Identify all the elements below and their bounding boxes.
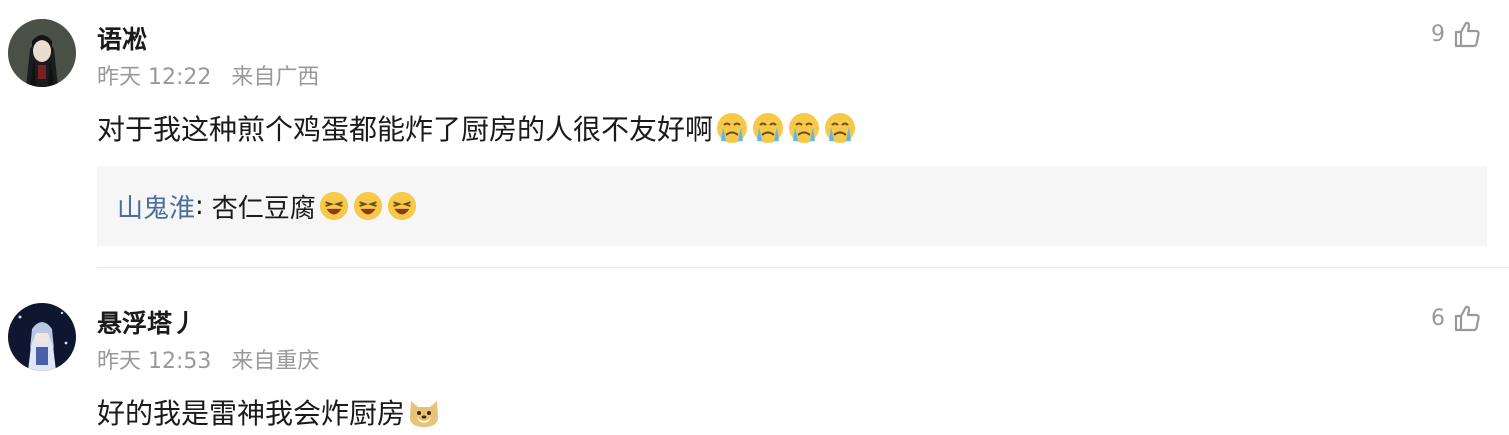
crying-face-emoji: [753, 113, 784, 143]
comment-location: 来自重庆: [231, 349, 320, 374]
doge-emoji: [410, 401, 439, 427]
laughing-face-emoji: [353, 191, 382, 221]
comment-time: 昨天 12:22: [97, 65, 212, 90]
like-count: 9: [1431, 21, 1445, 47]
reply-colon: :: [195, 191, 204, 221]
comment-item: 悬浮塔丿 昨天 12:53 来自重庆 6 好的我是雷神我会炸厨房: [0, 268, 1509, 435]
thumbs-up-icon: [1454, 21, 1480, 48]
thumbs-up-icon: [1454, 305, 1480, 332]
like-button[interactable]: 9: [1431, 20, 1481, 48]
avatar[interactable]: [8, 19, 76, 87]
comment-time: 昨天 12:53: [97, 349, 212, 374]
comment-location: 来自广西: [231, 65, 320, 90]
crying-face-emoji: [789, 113, 820, 143]
like-count: 6: [1431, 305, 1445, 331]
comment-item: 语凇 昨天 12:22 来自广西 9 对于我这种煎个鸡蛋都能炸了厨房的人很不友好啊: [0, 0, 1509, 268]
comment-text: 好的我是雷神我会炸厨房: [97, 392, 441, 432]
laughing-face-emoji: [319, 191, 348, 221]
laughing-face-emoji: [387, 191, 416, 221]
comment-text-content: 对于我这种煎个鸡蛋都能炸了厨房的人很不友好啊: [97, 113, 714, 146]
comment-text-content: 好的我是雷神我会炸厨房: [97, 397, 406, 430]
username[interactable]: 语凇: [97, 20, 147, 56]
avatar[interactable]: [8, 303, 76, 371]
username[interactable]: 悬浮塔丿: [97, 304, 197, 340]
comment-text: 对于我这种煎个鸡蛋都能炸了厨房的人很不友好啊: [97, 108, 857, 148]
comment-meta: 昨天 12:53 来自重庆: [97, 343, 319, 375]
crying-face-emoji: [717, 113, 748, 143]
reply-text: 杏仁豆腐: [211, 193, 316, 224]
crying-face-emoji: [825, 113, 856, 143]
reply-username[interactable]: 山鬼淮: [117, 188, 195, 225]
comment-meta: 昨天 12:22 来自广西: [97, 59, 319, 91]
like-button[interactable]: 6: [1431, 304, 1481, 332]
reply-preview[interactable]: 山鬼淮: 杏仁豆腐: [97, 166, 1487, 246]
